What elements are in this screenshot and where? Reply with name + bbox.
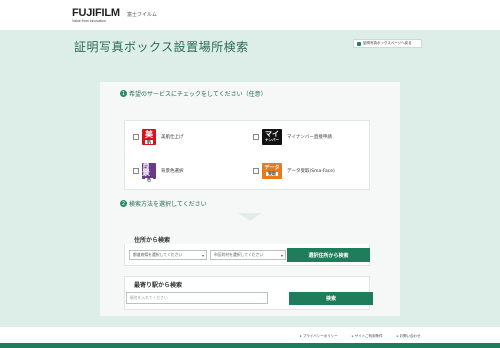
footer-link-contact[interactable]: お問い合わせ [397,334,421,339]
station-name-input[interactable]: 駅名を入れてください [126,292,268,304]
service-option-bihada[interactable]: 美 肌 美肌仕上げ [133,129,184,145]
step2-arrow-icon [238,213,262,221]
step1-label: 希望のサービスにチェックをしてください（任意） [129,91,267,98]
step1-number-icon: 1 [120,90,127,97]
footer-links: プライバシーポリシー サイトご利用条件 お問い合わせ [300,334,421,339]
data-checkbox[interactable] [253,168,259,174]
mynumber-checkbox[interactable] [253,134,259,140]
background-checkbox[interactable] [133,168,139,174]
step2-label: 検索方法を選択してください [129,201,207,208]
prefecture-select[interactable]: 都道府県を選択してください ▾ [129,250,207,260]
mynumber-label: マイナンバー直接申請 [287,135,332,140]
station-search-title: 最寄り駅から検索 [134,282,183,289]
footer-link-privacy[interactable]: プライバシーポリシー [300,334,338,339]
service-options: 美 肌 美肌仕上げ マイ ナンバー マイナンバー直接申請 背景 色 背景色選択 … [124,120,370,190]
step2-number-icon: 2 [120,200,127,207]
step2-heading: 2 検索方法を選択してください [120,199,207,208]
step1-heading: 1 希望のサービスにチェックをしてください（任意） [120,89,267,98]
site-header: FUJIFILM Value from Innovation 富士フイルム [0,0,500,30]
address-search-button[interactable]: 選択住所から検索 [287,248,370,262]
back-link-label: 証明写真ボックスページへ戻る [363,41,412,45]
fujifilm-logo[interactable]: FUJIFILM [72,7,120,19]
service-option-background[interactable]: 背景 色 背景色選択 [133,160,184,182]
service-option-data[interactable]: データ 受取 データ受取(Sma-Face) [253,163,335,179]
data-receive-icon: データ 受取 [262,163,282,179]
page-title: 証明写真ボックス設置場所検索 [74,40,249,54]
bihada-checkbox[interactable] [133,134,139,140]
logo-tagline: Value from Innovation [72,19,106,23]
mynumber-icon: マイ ナンバー [262,129,282,145]
city-select[interactable]: 市区町村を選択してください ▾ [210,250,286,260]
service-option-mynumber[interactable]: マイ ナンバー マイナンバー直接申請 [253,129,332,145]
footer-link-terms[interactable]: サイトご利用条件 [352,334,383,339]
data-receive-label: データ受取(Sma-Face) [287,169,335,174]
station-search-button[interactable]: 検索 [289,292,373,305]
address-search-title: 住所から検索 [134,237,171,244]
chevron-down-icon: ▾ [201,253,204,258]
back-to-box-page-link[interactable]: 証明写真ボックスページへ戻る [353,39,422,48]
chevron-down-icon: ▾ [280,253,283,258]
background-label: 背景色選択 [161,169,184,174]
footer-bar [0,343,500,348]
link-icon [357,41,361,46]
bihada-icon: 美 肌 [142,129,156,145]
bihada-label: 美肌仕上げ [161,135,184,140]
background-color-icon: 背景 色 [142,160,156,182]
company-name[interactable]: 富士フイルム [127,11,157,18]
